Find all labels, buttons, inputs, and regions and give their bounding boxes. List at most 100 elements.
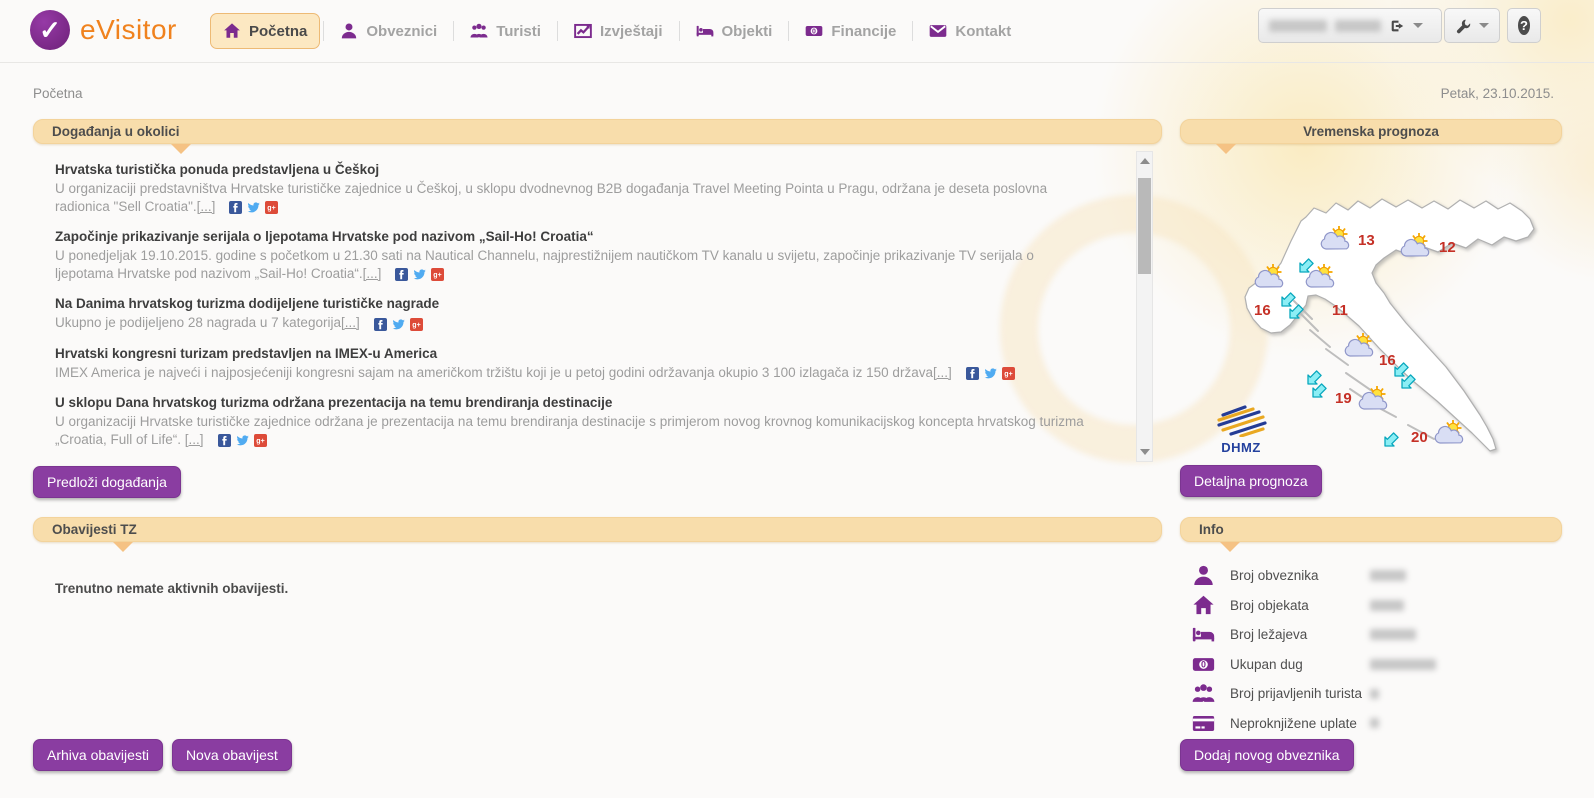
redacted-stat-value	[1370, 600, 1404, 611]
tab-kontakt[interactable]: Kontakt	[916, 13, 1024, 49]
facebook-icon[interactable]	[218, 434, 231, 447]
panel-pointer	[171, 144, 191, 154]
read-more-link[interactable]: [...]	[185, 432, 204, 447]
read-more-link[interactable]: [...]	[933, 365, 952, 380]
read-more-link[interactable]: [...]	[197, 199, 216, 214]
nav-divider	[453, 21, 454, 41]
googleplus-icon[interactable]	[431, 268, 444, 281]
panel-pointer	[1220, 542, 1240, 552]
tab-objekti[interactable]: Objekti	[683, 13, 786, 49]
list-item: Hrvatski kongresni turizam predstavljen …	[55, 345, 1086, 382]
group-icon	[470, 22, 488, 40]
read-more-link[interactable]: [...]	[363, 266, 382, 281]
stat-label: Broj objekata	[1230, 598, 1362, 613]
evisitor-logo-icon: ✓	[30, 10, 70, 50]
googleplus-icon[interactable]	[1002, 367, 1015, 380]
person-icon	[340, 22, 358, 40]
bed-icon	[696, 22, 714, 40]
events-panel-title: Događanja u okolici	[52, 124, 180, 139]
panel-pointer	[113, 542, 133, 552]
tab-financije[interactable]: Financije	[792, 13, 909, 49]
mail-icon	[929, 22, 947, 40]
temperature: 13	[1358, 232, 1375, 249]
info-stats: Broj obveznika Broj objekata Broj ležaje…	[1192, 561, 1562, 738]
new-notice-button[interactable]: Nova obavijest	[172, 739, 292, 771]
googleplus-icon[interactable]	[410, 318, 423, 331]
events-list: Hrvatska turistička ponuda predstavljena…	[55, 161, 1086, 461]
tools-menu-button[interactable]	[1444, 8, 1500, 43]
breadcrumb[interactable]: Početna	[33, 86, 83, 101]
redacted-stat-value	[1370, 718, 1379, 728]
twitter-icon[interactable]	[247, 201, 260, 214]
twitter-icon[interactable]	[984, 367, 997, 380]
redacted-username	[1269, 20, 1327, 32]
redacted-stat-value	[1370, 570, 1406, 581]
list-item: Na Danima hrvatskog turizma dodijeljene …	[55, 295, 1086, 332]
stat-row-turisti: Broj prijavljenih turista	[1192, 679, 1562, 709]
facebook-icon[interactable]	[374, 318, 387, 331]
help-button[interactable]: ?	[1507, 8, 1541, 43]
detailed-forecast-button[interactable]: Detaljna prognoza	[1180, 465, 1322, 497]
list-item: Započinje prikazivanje serijala o ljepot…	[55, 228, 1086, 282]
chevron-down-icon	[1413, 23, 1423, 28]
temperature: 16	[1254, 302, 1271, 319]
events-scrollbar[interactable]	[1136, 151, 1153, 462]
twitter-icon[interactable]	[392, 318, 405, 331]
facebook-icon[interactable]	[229, 201, 242, 214]
logout-icon	[1389, 18, 1405, 34]
stat-row-objekti: Broj objekata	[1192, 591, 1562, 621]
breadcrumb-row: Početna Petak, 23.10.2015.	[33, 86, 1554, 101]
twitter-icon[interactable]	[413, 268, 426, 281]
card-icon	[1192, 712, 1215, 735]
tab-obveznici[interactable]: Obveznici	[327, 13, 450, 49]
temperature: 11	[1332, 302, 1348, 319]
googleplus-icon[interactable]	[254, 434, 267, 447]
news-title[interactable]: Započinje prikazivanje serijala o ljepot…	[55, 228, 1086, 245]
tab-pocetna[interactable]: Početna	[210, 13, 320, 49]
user-menu-button[interactable]	[1258, 8, 1442, 43]
suncloud-icon	[1345, 333, 1372, 356]
notices-buttons: Arhiva obavijesti Nova obavijest	[33, 739, 292, 771]
scrollbar-thumb[interactable]	[1138, 178, 1151, 274]
stat-label: Ukupan dug	[1230, 657, 1362, 672]
list-item: Hrvatska turistička ponuda predstavljena…	[55, 161, 1086, 215]
tab-turisti[interactable]: Turisti	[457, 13, 554, 49]
weather-panel: Vremenska prognoza	[1180, 119, 1562, 495]
scroll-up-arrow[interactable]	[1140, 158, 1150, 164]
stat-row-lezajevi: Broj ležajeva	[1192, 620, 1562, 650]
money-icon	[1192, 653, 1215, 676]
bed-icon	[1192, 623, 1215, 646]
news-title[interactable]: U sklopu Dana hrvatskog turizma održana …	[55, 394, 1086, 411]
help-icon: ?	[1518, 16, 1530, 35]
dhmz-logo-stripes	[1213, 403, 1269, 437]
scroll-down-arrow[interactable]	[1140, 449, 1150, 455]
news-title[interactable]: Hrvatski kongresni turizam predstavljen …	[55, 345, 1086, 362]
add-obligor-button[interactable]: Dodaj novog obveznika	[1180, 739, 1354, 771]
news-title[interactable]: Hrvatska turistička ponuda predstavljena…	[55, 161, 1086, 178]
suggest-events-button[interactable]: Predloži događanja	[33, 466, 181, 498]
facebook-icon[interactable]	[395, 268, 408, 281]
events-panel-header: Događanja u okolici	[33, 119, 1162, 144]
temperature: 12	[1439, 239, 1456, 256]
news-title[interactable]: Na Danima hrvatskog turizma dodijeljene …	[55, 295, 1086, 312]
home-icon	[1192, 594, 1215, 617]
notices-panel: Obavijesti TZ Trenutno nemate aktivnih o…	[33, 517, 1162, 772]
no-notices-message: Trenutno nemate aktivnih obavijesti.	[55, 581, 288, 596]
tab-izvjestaji[interactable]: Izvještaji	[561, 13, 676, 49]
nav-divider	[679, 21, 680, 41]
read-more-link[interactable]: [...]	[341, 315, 360, 330]
stat-label: Broj ležajeva	[1230, 627, 1362, 642]
stat-row-obveznici: Broj obveznika	[1192, 561, 1562, 591]
facebook-icon[interactable]	[966, 367, 979, 380]
twitter-icon[interactable]	[236, 434, 249, 447]
redacted-stat-value	[1370, 629, 1416, 640]
evisitor-logo[interactable]: ✓ eVisitor	[30, 10, 177, 50]
main-nav: Početna Obveznici Turisti Izvještaji Obj…	[210, 0, 1024, 62]
nav-divider	[788, 21, 789, 41]
list-item: U sklopu Dana hrvatskog turizma održana …	[55, 394, 1086, 448]
redacted-username	[1335, 20, 1381, 32]
archive-notices-button[interactable]: Arhiva obavijesti	[33, 739, 163, 771]
dhmz-logo: DHMZ	[1210, 403, 1272, 455]
googleplus-icon[interactable]	[265, 201, 278, 214]
stat-label: Neproknjižene uplate	[1230, 716, 1362, 731]
